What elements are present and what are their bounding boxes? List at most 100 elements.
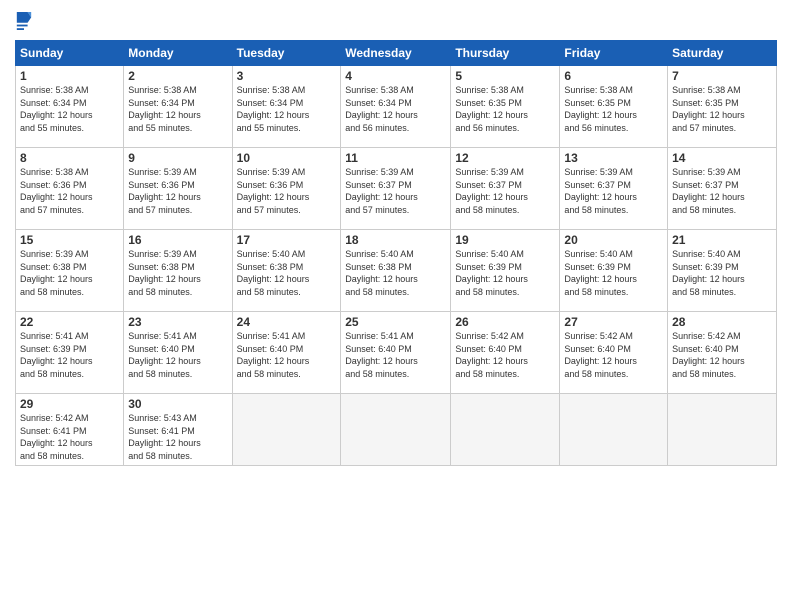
col-wednesday: Wednesday [341, 41, 451, 66]
calendar-cell: 11Sunrise: 5:39 AMSunset: 6:37 PMDayligh… [341, 148, 451, 230]
day-number: 27 [564, 315, 663, 329]
day-number: 21 [672, 233, 772, 247]
calendar-cell [451, 394, 560, 466]
calendar-cell: 12Sunrise: 5:39 AMSunset: 6:37 PMDayligh… [451, 148, 560, 230]
calendar-cell: 5Sunrise: 5:38 AMSunset: 6:35 PMDaylight… [451, 66, 560, 148]
calendar-cell: 26Sunrise: 5:42 AMSunset: 6:40 PMDayligh… [451, 312, 560, 394]
col-saturday: Saturday [668, 41, 777, 66]
day-number: 15 [20, 233, 119, 247]
calendar-cell [232, 394, 341, 466]
calendar-cell: 13Sunrise: 5:39 AMSunset: 6:37 PMDayligh… [560, 148, 668, 230]
day-info: Sunrise: 5:38 AMSunset: 6:34 PMDaylight:… [237, 84, 337, 134]
day-info: Sunrise: 5:42 AMSunset: 6:40 PMDaylight:… [455, 330, 555, 380]
day-number: 17 [237, 233, 337, 247]
day-info: Sunrise: 5:41 AMSunset: 6:40 PMDaylight:… [128, 330, 227, 380]
day-info: Sunrise: 5:38 AMSunset: 6:34 PMDaylight:… [345, 84, 446, 134]
calendar-cell: 27Sunrise: 5:42 AMSunset: 6:40 PMDayligh… [560, 312, 668, 394]
day-info: Sunrise: 5:40 AMSunset: 6:38 PMDaylight:… [237, 248, 337, 298]
day-number: 9 [128, 151, 227, 165]
calendar-cell: 25Sunrise: 5:41 AMSunset: 6:40 PMDayligh… [341, 312, 451, 394]
calendar-cell: 7Sunrise: 5:38 AMSunset: 6:35 PMDaylight… [668, 66, 777, 148]
calendar-cell: 2Sunrise: 5:38 AMSunset: 6:34 PMDaylight… [124, 66, 232, 148]
day-number: 13 [564, 151, 663, 165]
day-number: 18 [345, 233, 446, 247]
day-info: Sunrise: 5:38 AMSunset: 6:35 PMDaylight:… [672, 84, 772, 134]
calendar-cell: 4Sunrise: 5:38 AMSunset: 6:34 PMDaylight… [341, 66, 451, 148]
day-info: Sunrise: 5:40 AMSunset: 6:38 PMDaylight:… [345, 248, 446, 298]
logo-icon [15, 10, 33, 32]
calendar-cell [560, 394, 668, 466]
calendar-cell: 20Sunrise: 5:40 AMSunset: 6:39 PMDayligh… [560, 230, 668, 312]
calendar-cell: 6Sunrise: 5:38 AMSunset: 6:35 PMDaylight… [560, 66, 668, 148]
day-number: 11 [345, 151, 446, 165]
calendar-cell [341, 394, 451, 466]
day-info: Sunrise: 5:38 AMSunset: 6:35 PMDaylight:… [455, 84, 555, 134]
day-number: 14 [672, 151, 772, 165]
day-info: Sunrise: 5:39 AMSunset: 6:36 PMDaylight:… [128, 166, 227, 216]
calendar-cell: 16Sunrise: 5:39 AMSunset: 6:38 PMDayligh… [124, 230, 232, 312]
day-number: 22 [20, 315, 119, 329]
day-info: Sunrise: 5:43 AMSunset: 6:41 PMDaylight:… [128, 412, 227, 462]
day-info: Sunrise: 5:39 AMSunset: 6:36 PMDaylight:… [237, 166, 337, 216]
day-number: 28 [672, 315, 772, 329]
calendar-cell: 14Sunrise: 5:39 AMSunset: 6:37 PMDayligh… [668, 148, 777, 230]
calendar-cell: 10Sunrise: 5:39 AMSunset: 6:36 PMDayligh… [232, 148, 341, 230]
day-info: Sunrise: 5:41 AMSunset: 6:39 PMDaylight:… [20, 330, 119, 380]
col-tuesday: Tuesday [232, 41, 341, 66]
day-number: 12 [455, 151, 555, 165]
logo [15, 10, 37, 32]
day-number: 30 [128, 397, 227, 411]
day-info: Sunrise: 5:42 AMSunset: 6:41 PMDaylight:… [20, 412, 119, 462]
col-friday: Friday [560, 41, 668, 66]
calendar-page: Sunday Monday Tuesday Wednesday Thursday… [0, 0, 792, 612]
calendar-table: Sunday Monday Tuesday Wednesday Thursday… [15, 40, 777, 466]
day-info: Sunrise: 5:42 AMSunset: 6:40 PMDaylight:… [564, 330, 663, 380]
col-sunday: Sunday [16, 41, 124, 66]
calendar-cell [668, 394, 777, 466]
day-number: 4 [345, 69, 446, 83]
day-number: 19 [455, 233, 555, 247]
day-number: 7 [672, 69, 772, 83]
day-number: 23 [128, 315, 227, 329]
day-number: 25 [345, 315, 446, 329]
day-number: 26 [455, 315, 555, 329]
calendar-cell: 18Sunrise: 5:40 AMSunset: 6:38 PMDayligh… [341, 230, 451, 312]
day-info: Sunrise: 5:40 AMSunset: 6:39 PMDaylight:… [455, 248, 555, 298]
day-info: Sunrise: 5:38 AMSunset: 6:36 PMDaylight:… [20, 166, 119, 216]
calendar-cell: 28Sunrise: 5:42 AMSunset: 6:40 PMDayligh… [668, 312, 777, 394]
calendar-cell: 29Sunrise: 5:42 AMSunset: 6:41 PMDayligh… [16, 394, 124, 466]
calendar-cell: 23Sunrise: 5:41 AMSunset: 6:40 PMDayligh… [124, 312, 232, 394]
calendar-cell: 22Sunrise: 5:41 AMSunset: 6:39 PMDayligh… [16, 312, 124, 394]
page-header [15, 10, 777, 32]
col-thursday: Thursday [451, 41, 560, 66]
day-number: 5 [455, 69, 555, 83]
day-info: Sunrise: 5:38 AMSunset: 6:34 PMDaylight:… [20, 84, 119, 134]
day-number: 8 [20, 151, 119, 165]
day-number: 24 [237, 315, 337, 329]
col-monday: Monday [124, 41, 232, 66]
calendar-cell: 24Sunrise: 5:41 AMSunset: 6:40 PMDayligh… [232, 312, 341, 394]
calendar-cell: 8Sunrise: 5:38 AMSunset: 6:36 PMDaylight… [16, 148, 124, 230]
day-info: Sunrise: 5:42 AMSunset: 6:40 PMDaylight:… [672, 330, 772, 380]
day-info: Sunrise: 5:39 AMSunset: 6:38 PMDaylight:… [20, 248, 119, 298]
day-info: Sunrise: 5:41 AMSunset: 6:40 PMDaylight:… [345, 330, 446, 380]
day-info: Sunrise: 5:40 AMSunset: 6:39 PMDaylight:… [672, 248, 772, 298]
calendar-cell: 21Sunrise: 5:40 AMSunset: 6:39 PMDayligh… [668, 230, 777, 312]
calendar-cell: 1Sunrise: 5:38 AMSunset: 6:34 PMDaylight… [16, 66, 124, 148]
day-info: Sunrise: 5:38 AMSunset: 6:35 PMDaylight:… [564, 84, 663, 134]
day-number: 3 [237, 69, 337, 83]
calendar-cell: 15Sunrise: 5:39 AMSunset: 6:38 PMDayligh… [16, 230, 124, 312]
day-number: 16 [128, 233, 227, 247]
calendar-cell: 17Sunrise: 5:40 AMSunset: 6:38 PMDayligh… [232, 230, 341, 312]
day-number: 29 [20, 397, 119, 411]
day-info: Sunrise: 5:38 AMSunset: 6:34 PMDaylight:… [128, 84, 227, 134]
day-info: Sunrise: 5:39 AMSunset: 6:38 PMDaylight:… [128, 248, 227, 298]
calendar-header-row: Sunday Monday Tuesday Wednesday Thursday… [16, 41, 777, 66]
day-number: 10 [237, 151, 337, 165]
day-number: 6 [564, 69, 663, 83]
day-number: 2 [128, 69, 227, 83]
day-number: 20 [564, 233, 663, 247]
day-number: 1 [20, 69, 119, 83]
day-info: Sunrise: 5:39 AMSunset: 6:37 PMDaylight:… [672, 166, 772, 216]
day-info: Sunrise: 5:39 AMSunset: 6:37 PMDaylight:… [345, 166, 446, 216]
